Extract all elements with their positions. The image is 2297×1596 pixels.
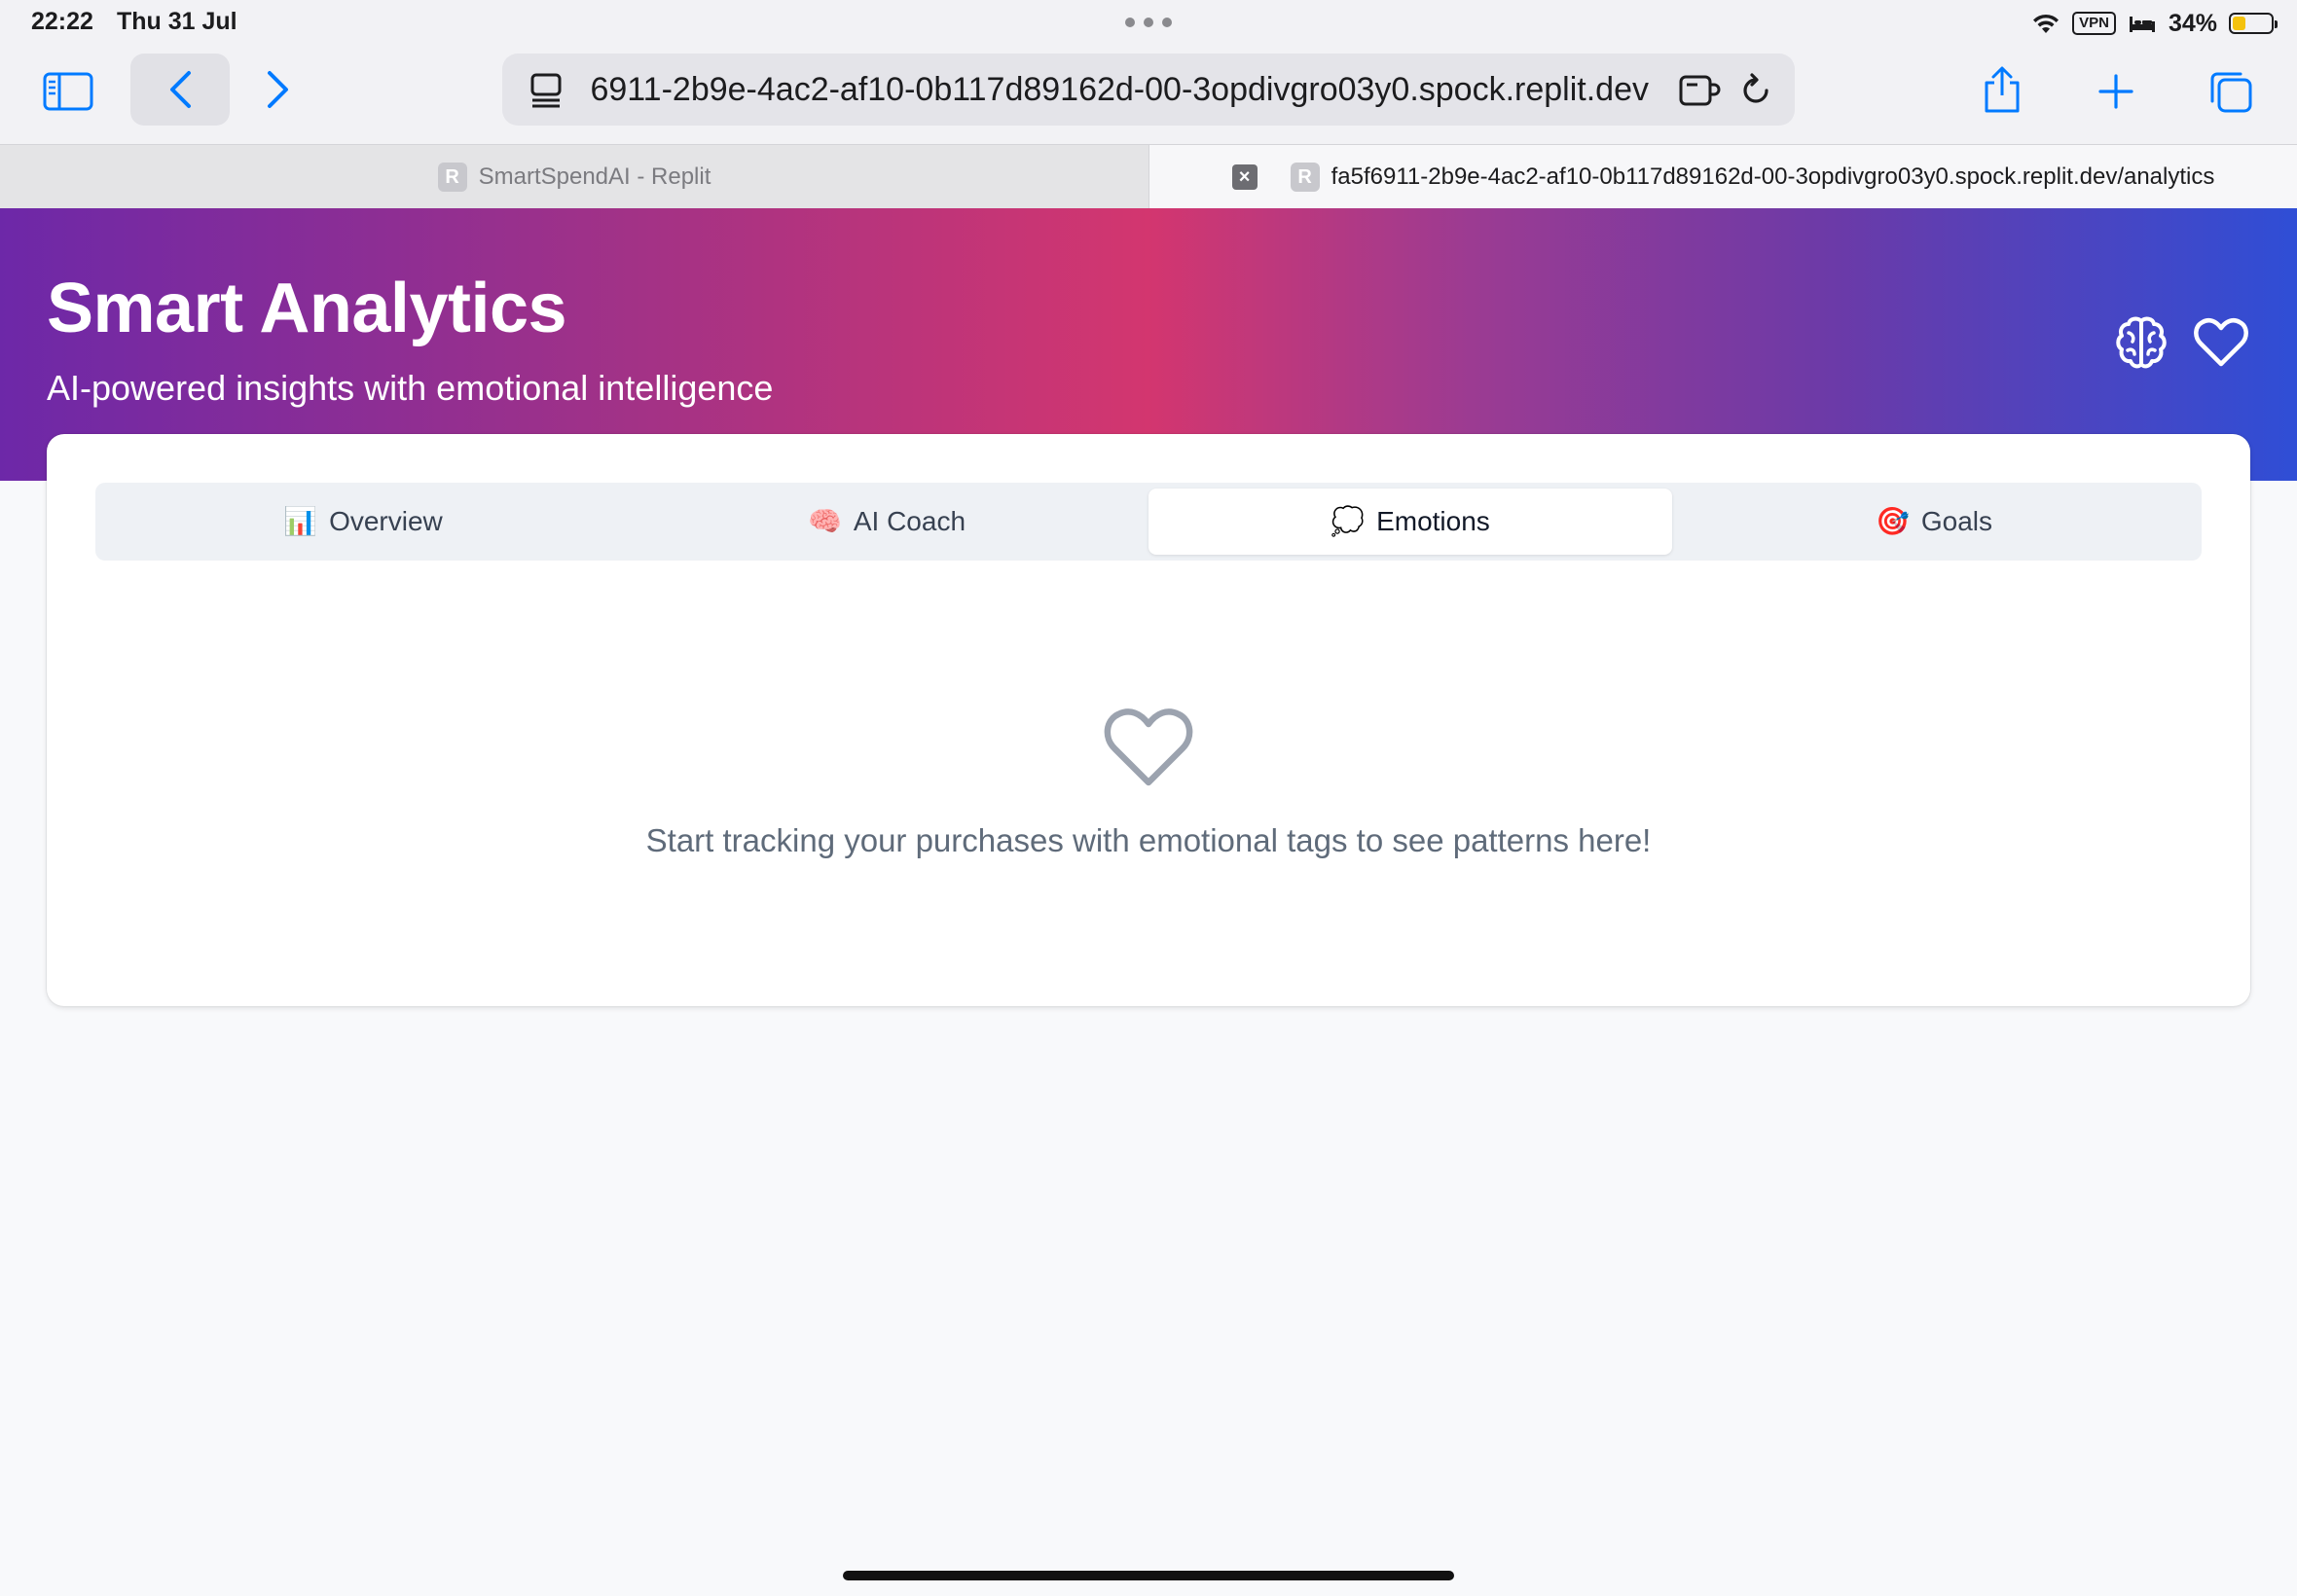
page-title: Smart Analytics bbox=[47, 270, 567, 347]
replit-favicon: R bbox=[1290, 163, 1320, 192]
tab-label: AI Coach bbox=[853, 506, 966, 536]
thought-bubble-icon: 💭 bbox=[1331, 506, 1366, 536]
brain-emoji-icon: 🧠 bbox=[807, 506, 842, 536]
analytics-tabs: 📊 Overview 🧠 AI Coach 💭 Emotions 🎯 Goals bbox=[95, 483, 2202, 561]
browser-toolbar: fa5f6911-2b9e-4ac2-af10-0b117d89162d-00-… bbox=[0, 47, 2297, 144]
browser-tab-title: SmartSpendAI - Replit bbox=[478, 163, 711, 190]
sleep-focus-icon bbox=[2129, 17, 2155, 32]
tab-overview-button[interactable] bbox=[2207, 68, 2254, 115]
plus-icon bbox=[2098, 74, 2133, 109]
wifi-icon bbox=[2033, 14, 2060, 33]
battery-level-fill bbox=[2233, 17, 2245, 30]
bar-chart-icon: 📊 bbox=[283, 506, 318, 536]
emotions-empty-state: Start tracking your purchases with emoti… bbox=[47, 703, 2250, 859]
close-tab-icon[interactable]: × bbox=[1231, 164, 1258, 190]
new-tab-button[interactable] bbox=[2096, 72, 2135, 111]
chevron-right-icon bbox=[268, 71, 288, 108]
empty-state-message: Start tracking your purchases with emoti… bbox=[645, 822, 1652, 858]
tab-label: Overview bbox=[329, 506, 443, 536]
status-time: 22:22 bbox=[31, 8, 93, 35]
replit-favicon: R bbox=[437, 163, 467, 192]
battery-percentage: 34% bbox=[2168, 9, 2217, 37]
tabs-icon bbox=[2210, 72, 2252, 113]
home-indicator[interactable] bbox=[843, 1571, 1454, 1580]
browser-tab-title: fa5f6911-2b9e-4ac2-af10-0b117d89162d-00-… bbox=[1331, 163, 2215, 190]
multitasking-dots-icon[interactable] bbox=[1125, 18, 1172, 27]
extension-icon[interactable] bbox=[1678, 73, 1721, 108]
tab-overview[interactable]: 📊 Overview bbox=[101, 489, 625, 555]
status-bar: 22:22 Thu 31 Jul VPN 34% bbox=[0, 0, 2297, 47]
url-text[interactable]: fa5f6911-2b9e-4ac2-af10-0b117d89162d-00-… bbox=[592, 54, 1649, 126]
tab-goals[interactable]: 🎯 Goals bbox=[1672, 489, 2196, 555]
address-bar[interactable]: fa5f6911-2b9e-4ac2-af10-0b117d89162d-00-… bbox=[502, 54, 1795, 126]
analytics-card: 📊 Overview 🧠 AI Coach 💭 Emotions 🎯 Goals… bbox=[47, 434, 2250, 1006]
status-date: Thu 31 Jul bbox=[117, 8, 237, 35]
target-icon: 🎯 bbox=[1875, 506, 1910, 536]
tab-label: Emotions bbox=[1376, 506, 1490, 536]
browser-tab-smartspendai[interactable]: R SmartSpendAI - Replit bbox=[0, 145, 1148, 209]
page-subtitle: AI-powered insights with emotional intel… bbox=[47, 368, 774, 408]
sidebar-toggle-icon[interactable] bbox=[43, 70, 93, 113]
page-menu-icon[interactable] bbox=[529, 73, 563, 108]
share-button[interactable] bbox=[1980, 64, 2024, 115]
back-button[interactable] bbox=[130, 54, 230, 126]
reload-icon[interactable] bbox=[1738, 73, 1773, 108]
battery-icon bbox=[2229, 13, 2278, 34]
forward-button[interactable] bbox=[261, 70, 296, 109]
heart-icon bbox=[2194, 318, 2248, 367]
tab-emotions[interactable]: 💭 Emotions bbox=[1148, 489, 1672, 555]
browser-tab-analytics[interactable]: × R fa5f6911-2b9e-4ac2-af10-0b117d89162d… bbox=[1148, 145, 2297, 209]
vpn-badge: VPN bbox=[2072, 12, 2116, 35]
status-indicators: VPN 34% bbox=[2031, 8, 2278, 39]
url-value: fa5f6911-2b9e-4ac2-af10-0b117d89162d-00-… bbox=[592, 71, 1649, 108]
hero-icons bbox=[2112, 313, 2250, 372]
tab-ai-coach[interactable]: 🧠 AI Coach bbox=[625, 489, 1148, 555]
tab-label: Goals bbox=[1920, 506, 1993, 536]
brain-icon bbox=[2116, 316, 2167, 369]
chevron-left-icon bbox=[170, 71, 191, 108]
share-icon bbox=[1985, 66, 2020, 113]
browser-tab-bar: R SmartSpendAI - Replit × R fa5f6911-2b9… bbox=[0, 144, 2297, 209]
heart-outline-icon bbox=[1104, 708, 1193, 786]
